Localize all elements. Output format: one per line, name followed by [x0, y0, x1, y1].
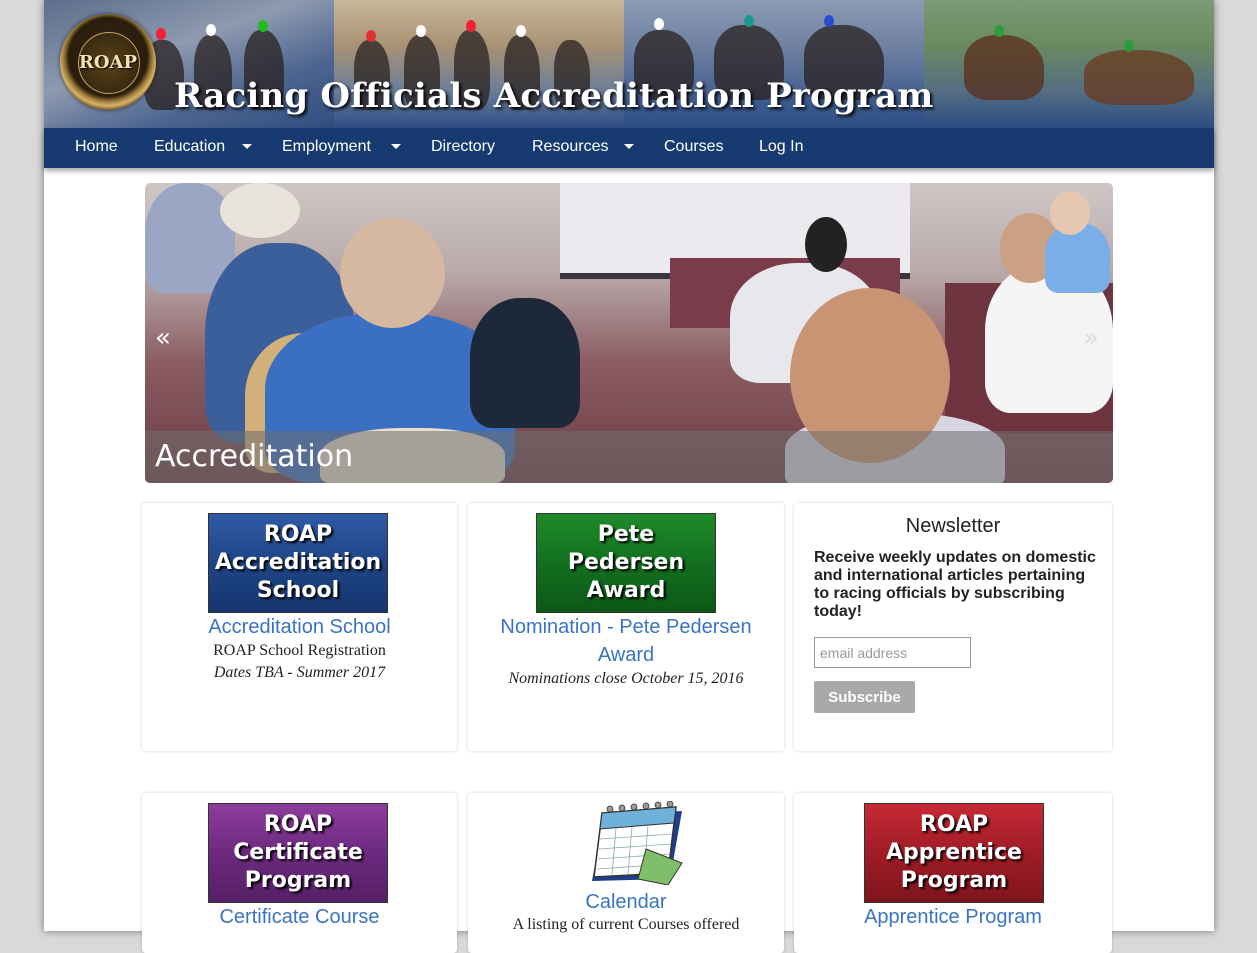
slider-next-arrow[interactable]: »	[1083, 323, 1099, 353]
card-pedersen: Pete Pedersen Award Nomination - Pete Pe…	[468, 503, 784, 751]
card-accreditation: ROAP Accreditation School Accreditation …	[142, 503, 457, 751]
slide-person	[470, 298, 580, 428]
calendar-icon[interactable]	[590, 801, 686, 885]
slide-head	[340, 218, 445, 328]
banner-photo-4	[924, 0, 1214, 128]
logo-text: ROAP	[78, 52, 138, 73]
roap-logo[interactable]: ROAP	[60, 14, 156, 110]
certificate-course-link[interactable]: Certificate Course	[142, 903, 457, 931]
chevron-down-icon[interactable]	[242, 144, 252, 149]
nav-item-directory[interactable]: Directory	[431, 128, 495, 168]
slide-head	[805, 217, 847, 272]
slide-person	[1045, 223, 1110, 293]
accreditation-registration-text: ROAP School Registration	[213, 642, 386, 659]
nav-item-label: Directory	[431, 138, 496, 155]
email-field[interactable]	[814, 637, 971, 668]
accreditation-dates-text: Dates TBA - Summer 2017	[213, 664, 386, 681]
newsletter-title: Newsletter	[905, 515, 1001, 537]
card-newsletter: Newsletter Receive weekly updates on dom…	[794, 503, 1112, 751]
accreditation-school-link[interactable]: Accreditation School	[142, 613, 457, 641]
nav-item-education[interactable]: Education	[154, 128, 225, 168]
page-container: ROAP Racing Officials Accreditation Prog…	[44, 0, 1214, 953]
nav-item-login[interactable]: Log In	[759, 128, 803, 168]
pedersen-nomination-link[interactable]: Nomination - Pete Pedersen Award	[478, 613, 774, 669]
card-certificate: ROAP Certificate Program Certificate Cou…	[142, 793, 457, 953]
nav-item-label: Home	[75, 138, 118, 155]
card-calendar: Calendar A listing of current Courses of…	[468, 793, 784, 953]
nav-item-label: Log In	[759, 138, 804, 155]
certificate-program-badge[interactable]: ROAP Certificate Program	[208, 803, 388, 903]
nav-item-label: Education	[154, 138, 226, 155]
subscribe-button[interactable]: Subscribe	[814, 681, 915, 713]
nav-item-employment[interactable]: Employment	[282, 128, 371, 168]
header-banner: ROAP Racing Officials Accreditation Prog…	[44, 0, 1214, 128]
nav-item-label: Courses	[664, 138, 724, 155]
accreditation-school-badge[interactable]: ROAP Accreditation School	[208, 513, 388, 613]
site-title: Racing Officials Accreditation Program	[174, 76, 934, 116]
slide-caption-bar: Accreditation	[145, 431, 1113, 483]
chevron-down-icon[interactable]	[391, 144, 401, 149]
calendar-link[interactable]: Calendar	[468, 888, 784, 916]
slide-caption: Accreditation	[155, 439, 354, 474]
newsletter-description: Receive weekly updates on domestic and i…	[814, 549, 1096, 620]
nav-item-resources[interactable]: Resources	[532, 128, 608, 168]
nav-item-courses[interactable]: Courses	[664, 128, 724, 168]
pedersen-deadline-text: Nominations close October 15, 2016	[508, 670, 744, 687]
nav-item-label: Employment	[282, 138, 371, 155]
main-nav: Home Education Employment Directory Reso…	[44, 128, 1214, 168]
image-slider: « » Accreditation	[145, 183, 1113, 483]
slider-prev-arrow[interactable]: «	[155, 323, 171, 353]
apprentice-program-link[interactable]: Apprentice Program	[794, 903, 1112, 931]
card-apprentice: ROAP Apprentice Program Apprentice Progr…	[794, 793, 1112, 953]
apprentice-program-badge[interactable]: ROAP Apprentice Program	[864, 803, 1044, 903]
chevron-down-icon[interactable]	[624, 144, 634, 149]
pedersen-award-badge[interactable]: Pete Pedersen Award	[536, 513, 716, 613]
slide-hat	[220, 183, 300, 238]
nav-item-label: Resources	[532, 138, 609, 155]
calendar-description: A listing of current Courses offered	[512, 916, 740, 933]
slide-head	[1050, 191, 1090, 235]
nav-item-home[interactable]: Home	[75, 128, 118, 168]
